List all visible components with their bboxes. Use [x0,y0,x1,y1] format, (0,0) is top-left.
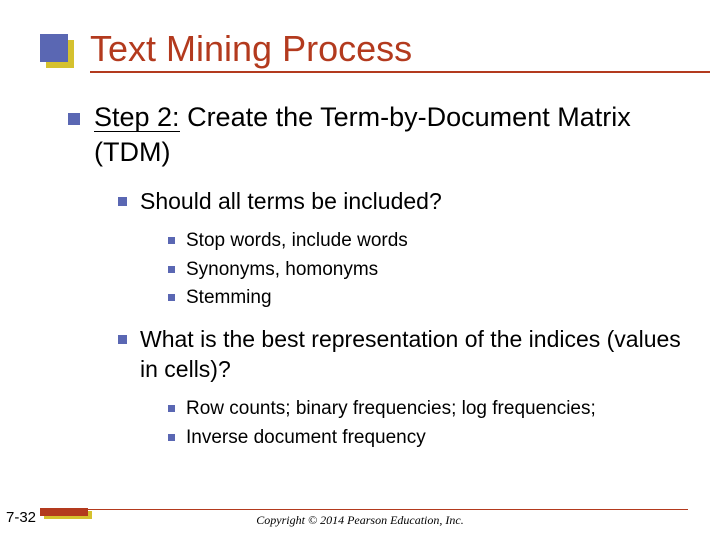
list-item: Step 2: Create the Term-by-Document Matr… [68,100,688,450]
step-label: Step 2: [94,104,180,132]
content-area: Step 2: Create the Term-by-Document Matr… [68,100,688,464]
title-underline [90,71,710,73]
list-item: Row counts; binary frequencies; log freq… [168,397,688,422]
bullet-level-1: Step 2: Create the Term-by-Document Matr… [68,100,688,450]
list-item: What is the best representation of the i… [118,325,688,450]
list-item: Synonyms, homonyms [168,258,688,283]
q2-item-a: Row counts; binary frequencies; log freq… [186,398,596,419]
question-2: What is the best representation of the i… [140,325,688,385]
bullet-level-2: Should all terms be included? Stop words… [118,187,688,450]
bullet-level-3: Stop words, include words Synonyms, homo… [168,229,688,311]
list-item: Stemming [168,286,688,311]
list-item: Should all terms be included? Stop words… [118,187,688,311]
step-heading: Step 2: Create the Term-by-Document Matr… [94,100,688,169]
logo-icon [40,34,78,72]
bullet-level-3: Row counts; binary frequencies; log freq… [168,397,688,450]
footer-divider [88,509,688,511]
q1-item-c: Stemming [186,287,272,308]
q1-item-b: Synonyms, homonyms [186,259,378,280]
q1-item-a: Stop words, include words [186,230,408,251]
question-1: Should all terms be included? [140,187,688,217]
q2-item-b: Inverse document frequency [186,427,426,448]
title-block: Text Mining Process [40,28,680,73]
copyright-text: Copyright © 2014 Pearson Education, Inc. [0,513,720,528]
slide-title: Text Mining Process [90,28,680,69]
list-item: Inverse document frequency [168,426,688,451]
slide: Text Mining Process Step 2: Create the T… [0,0,720,540]
list-item: Stop words, include words [168,229,688,254]
